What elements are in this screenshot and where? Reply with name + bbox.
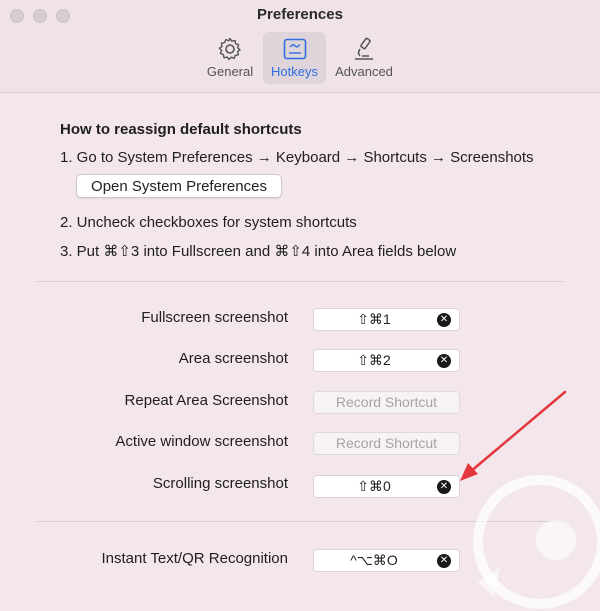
annotation-arrow-icon bbox=[460, 390, 567, 481]
